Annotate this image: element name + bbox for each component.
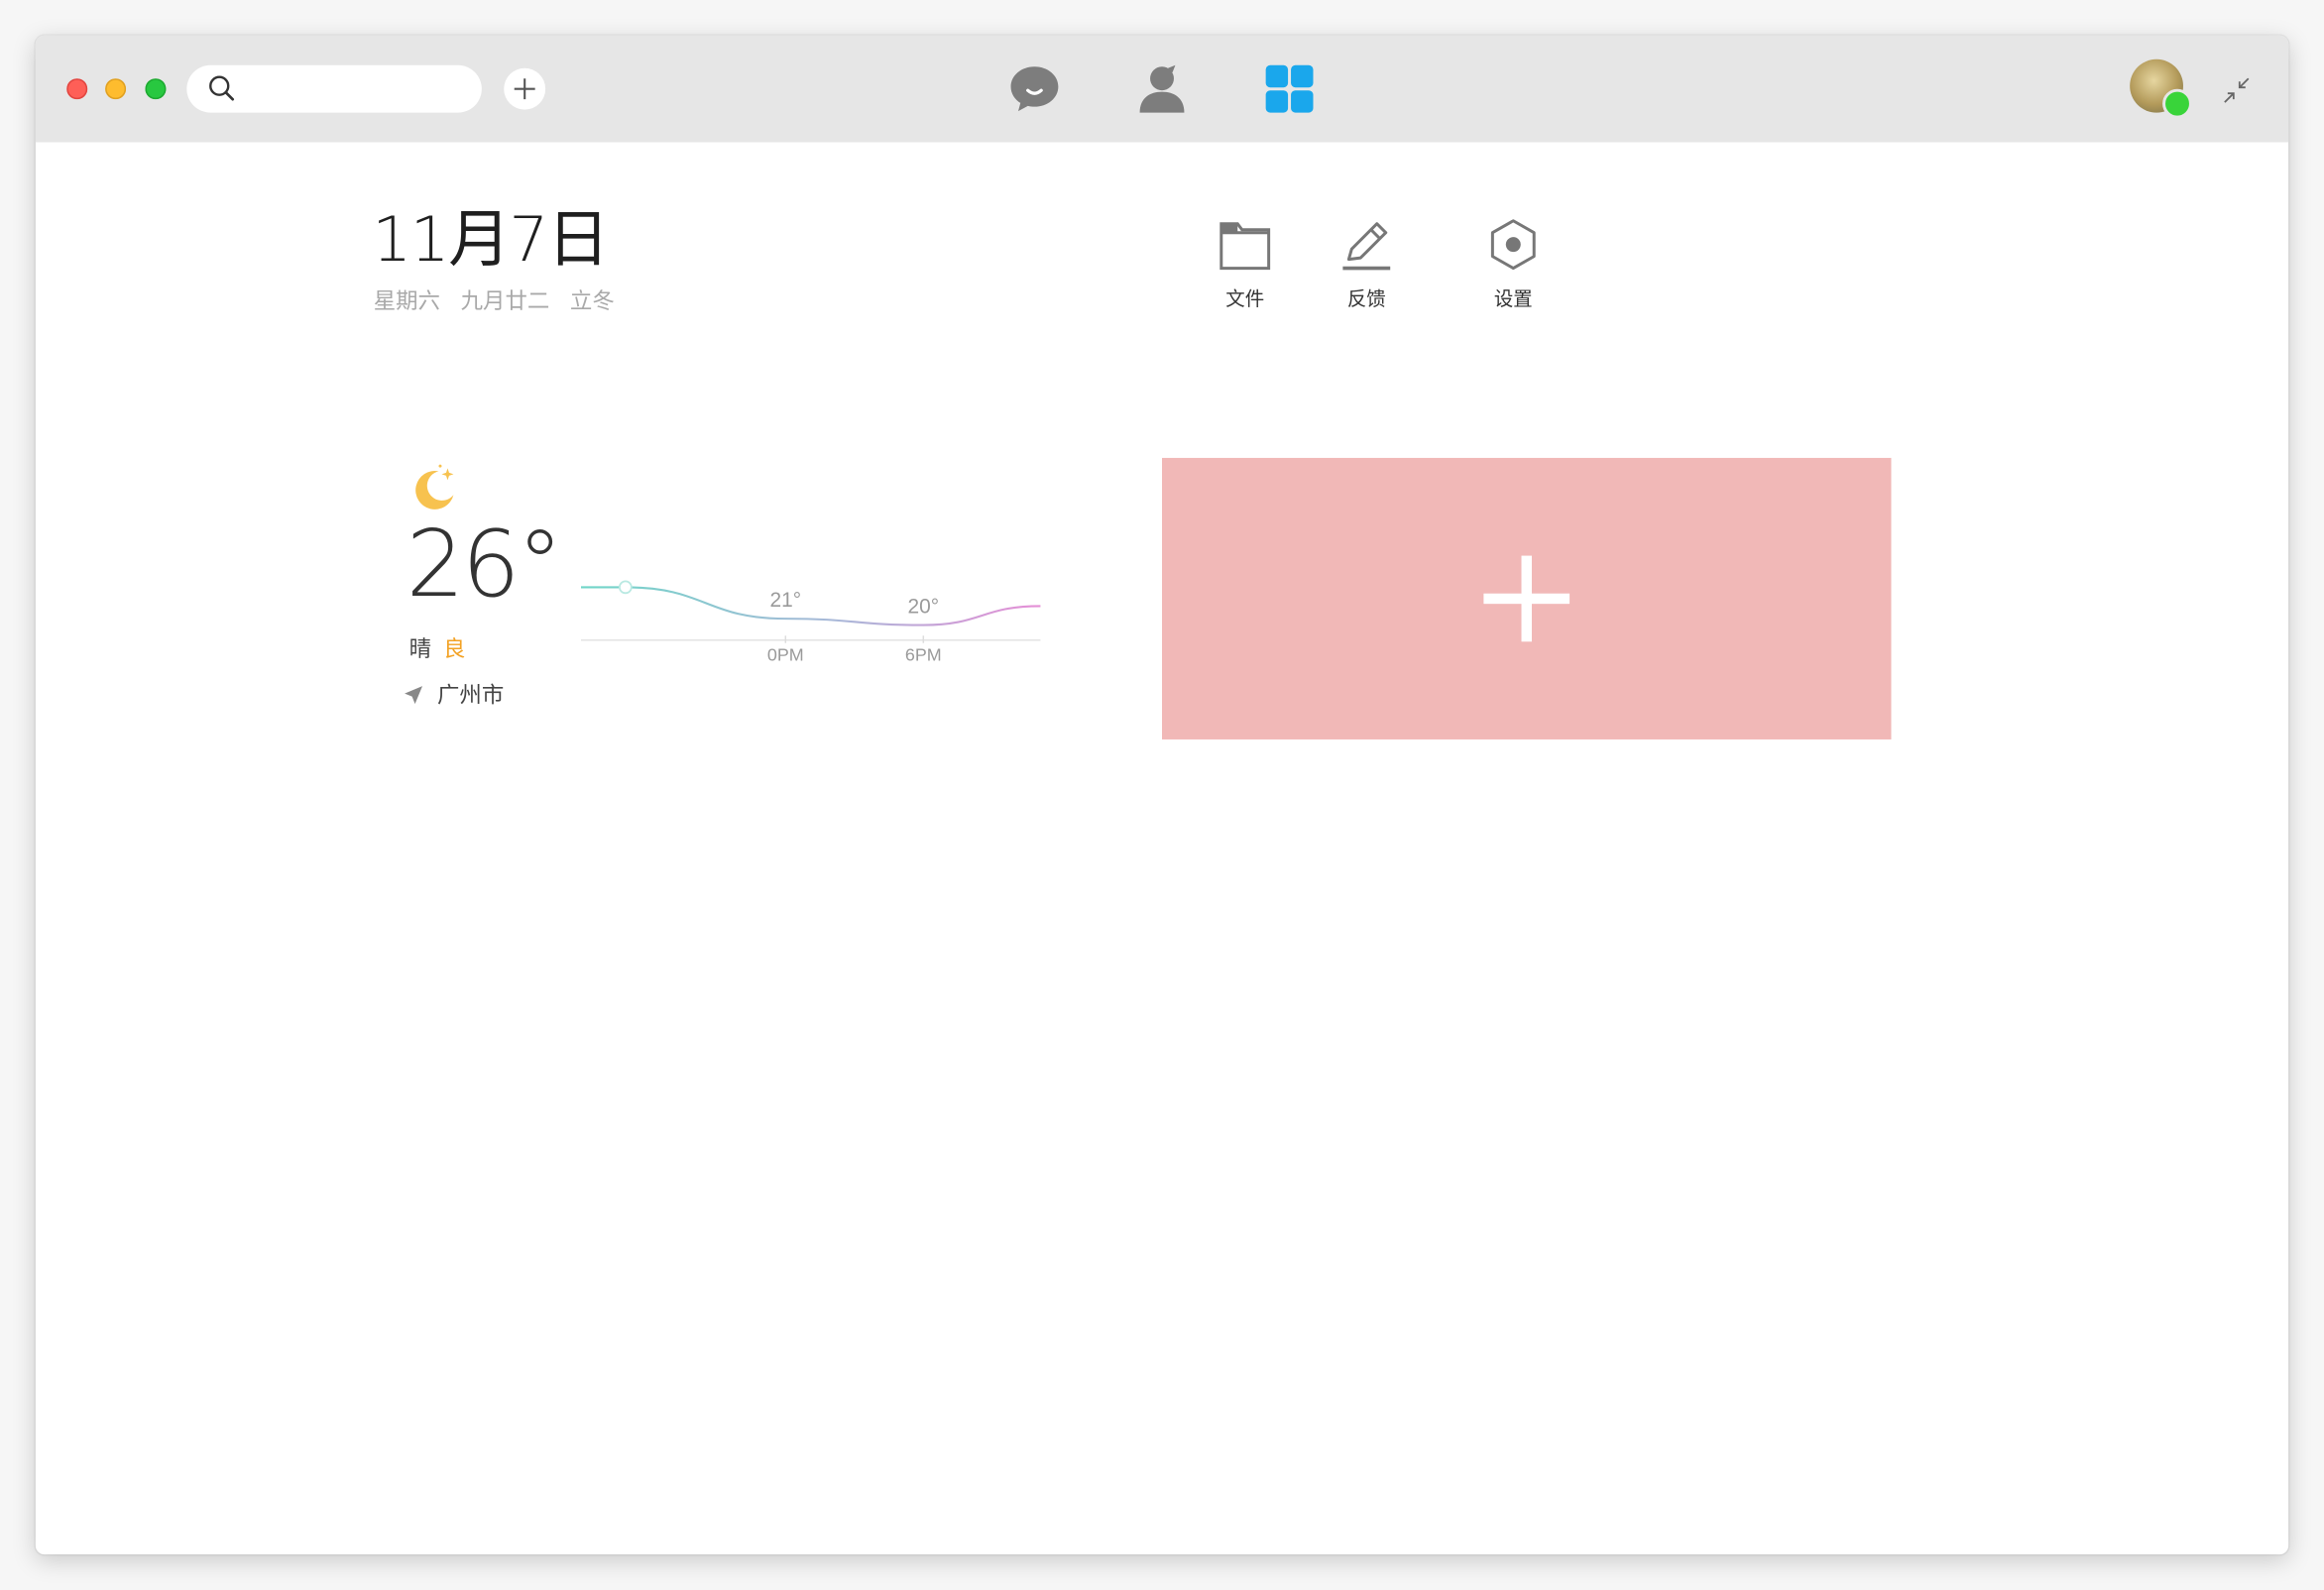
window-maximize-button[interactable] — [145, 78, 167, 100]
chart-current-point — [618, 580, 633, 595]
air-quality: 良 — [442, 635, 466, 663]
location-row[interactable]: 广州市 — [404, 679, 505, 710]
window-minimize-button[interactable] — [105, 78, 127, 100]
search-box[interactable] — [186, 64, 482, 113]
weather-condition: 晴 — [408, 635, 432, 663]
temperature: 26° — [406, 510, 563, 619]
location-arrow-icon — [405, 685, 423, 704]
app-window: 11月7日 星期六 九月廿二 立冬 文件 反馈 设置 26° 晴 良 广州市 2… — [35, 35, 2289, 1555]
search-icon — [209, 75, 235, 101]
add-widget-button[interactable] — [1162, 457, 1892, 739]
settings-button[interactable]: 设置 — [1461, 218, 1566, 311]
files-button[interactable]: 文件 — [1193, 218, 1297, 311]
online-status-dot — [2162, 88, 2192, 119]
add-button[interactable] — [504, 67, 546, 110]
avatar[interactable] — [2130, 58, 2192, 119]
chart-point-label: 21° — [769, 589, 801, 612]
plus-icon — [1483, 555, 1570, 642]
temperature-forecast-chart: 21° 0PM 20° 6PM — [581, 580, 1041, 665]
settings-hexagon-icon — [1490, 219, 1536, 271]
plus-icon — [514, 78, 535, 100]
lunar-date: 九月廿二 — [460, 287, 550, 314]
date-title: 11月7日 — [372, 202, 609, 277]
folder-icon — [1220, 222, 1271, 271]
grid-icon[interactable] — [1263, 62, 1317, 116]
feedback-button[interactable]: 反馈 — [1315, 218, 1419, 311]
titlebar — [35, 35, 2289, 143]
weekday: 星期六 — [373, 287, 441, 314]
chart-labels: 21° 0PM 20° 6PM — [767, 589, 942, 665]
chart-point-label: 20° — [908, 596, 940, 619]
window-close-button[interactable] — [66, 78, 88, 100]
pencil-icon — [1342, 222, 1391, 271]
chart-tick-label: 0PM — [767, 645, 804, 665]
collapse-icon[interactable] — [2219, 72, 2255, 108]
solar-term: 立冬 — [569, 287, 615, 314]
screen: 11月7日 星期六 九月廿二 立冬 文件 反馈 设置 26° 晴 良 广州市 2… — [0, 0, 2324, 1590]
moon-icon — [415, 464, 454, 510]
chat-bubble-icon[interactable] — [1008, 62, 1062, 116]
chart-series-line — [581, 586, 1041, 626]
files-label: 文件 — [1225, 288, 1265, 311]
settings-label: 设置 — [1493, 288, 1533, 311]
weather-condition-row: 晴良 — [409, 632, 466, 663]
date-subtitle: 星期六 九月廿二 立冬 — [374, 284, 629, 315]
chart-tick-label: 6PM — [905, 645, 942, 665]
search-input[interactable] — [246, 70, 475, 110]
location-name: 广州市 — [436, 681, 505, 709]
feedback-label: 反馈 — [1346, 288, 1386, 311]
person-icon[interactable] — [1135, 62, 1189, 116]
